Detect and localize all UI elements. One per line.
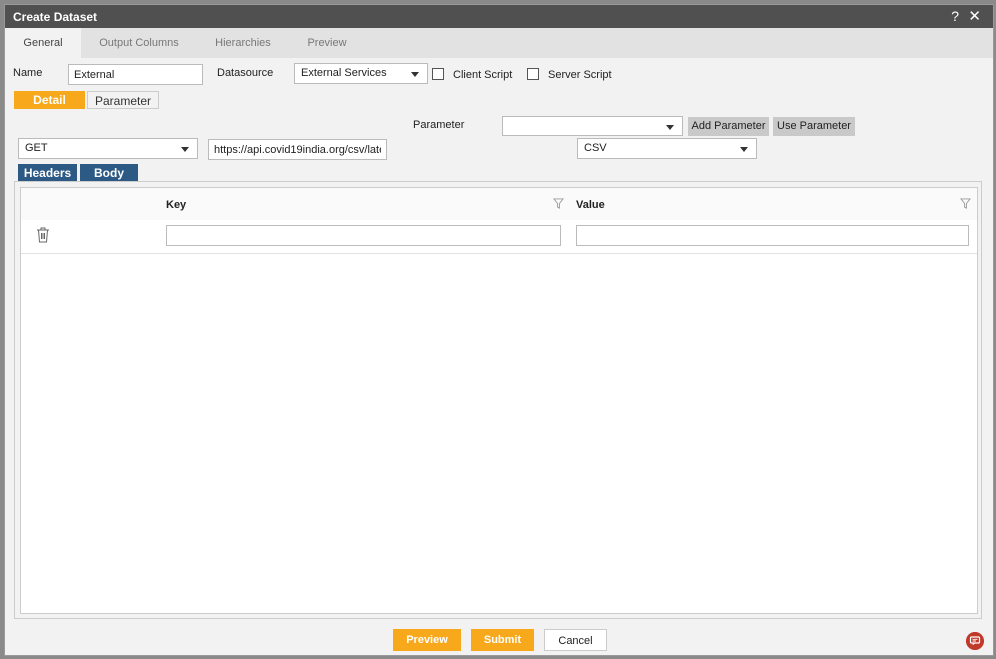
submit-button[interactable]: Submit [471,629,534,651]
value-input[interactable] [576,225,969,246]
dialog-title: Create Dataset [13,10,98,24]
server-script-checkbox[interactable] [527,68,539,80]
help-icon[interactable]: ? [951,8,959,24]
chevron-down-icon [181,147,189,152]
cancel-button[interactable]: Cancel [544,629,607,651]
dialog-titlebar: Create Dataset ? ✕ [5,5,993,28]
grid-header: Key Value [21,188,977,220]
tab-output-columns[interactable]: Output Columns [91,28,187,58]
method-select[interactable]: GET [18,138,198,159]
main-tabs: General Output Columns Hierarchies Previ… [5,28,993,58]
chat-icon[interactable] [966,632,984,650]
subtab-parameter[interactable]: Parameter [87,91,159,109]
parameter-label: Parameter [413,119,465,131]
chevron-down-icon [411,72,419,77]
parameter-select[interactable] [502,116,683,136]
use-parameter-button[interactable]: Use Parameter [773,117,855,136]
headers-grid: Key Value [20,187,978,614]
client-script-checkbox[interactable] [432,68,444,80]
name-label: Name [13,67,43,79]
table-row [21,220,977,254]
client-script-label: Client Script [453,69,513,81]
name-input[interactable] [68,64,203,85]
chevron-down-icon [740,147,748,152]
method-select-value: GET [25,142,48,154]
add-parameter-button[interactable]: Add Parameter [688,117,769,136]
tab-preview[interactable]: Preview [297,28,357,58]
datasource-label: Datasource [217,67,274,79]
tab-hierarchies[interactable]: Hierarchies [205,28,281,58]
create-dataset-dialog: Create Dataset ? ✕ General Output Column… [4,4,994,656]
trash-icon[interactable] [36,227,50,243]
column-header-key: Key [166,199,187,211]
datasource-select[interactable]: External Services [294,63,428,84]
filter-icon[interactable] [960,198,971,209]
subtab-detail[interactable]: Detail [14,91,85,109]
preview-button[interactable]: Preview [393,629,461,651]
headers-panel: Key Value [14,181,982,619]
url-input[interactable] [208,139,387,160]
format-select[interactable]: CSV [577,138,757,159]
chevron-down-icon [666,125,674,130]
tab-general[interactable]: General [5,28,81,58]
format-select-value: CSV [584,142,607,154]
close-icon[interactable]: ✕ [968,7,981,25]
column-header-value: Value [576,199,605,211]
server-script-label: Server Script [548,69,612,81]
datasource-select-value: External Services [301,67,387,79]
filter-icon[interactable] [553,198,564,209]
key-input[interactable] [166,225,561,246]
